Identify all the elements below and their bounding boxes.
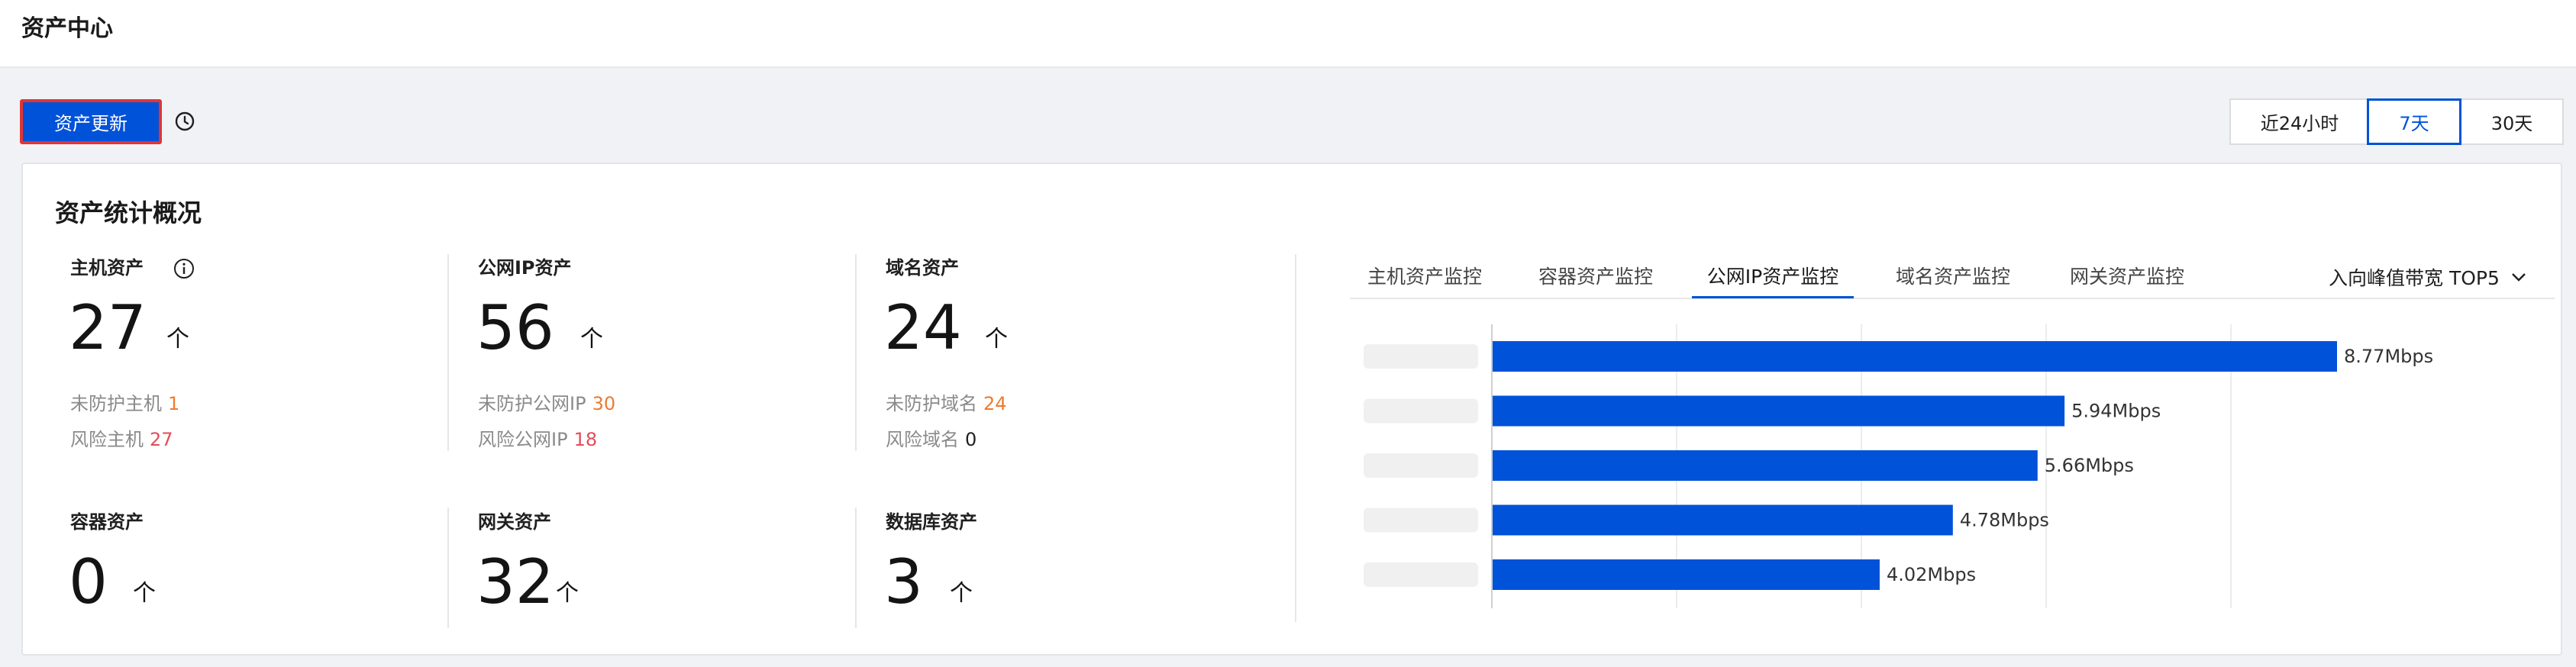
asset-update-button[interactable]: 资产更新 xyxy=(20,99,162,144)
risk-ip-label: 风险公网IP xyxy=(478,429,568,450)
unprotected-ip-count[interactable]: 30 xyxy=(592,393,616,414)
chart-bar xyxy=(1493,559,1880,590)
chart-bar xyxy=(1493,341,2337,372)
info-icon[interactable] xyxy=(173,257,195,280)
unprotected-ip-row: 未防护公网IP 30 xyxy=(478,392,615,416)
risk-ip-count[interactable]: 18 xyxy=(574,429,598,450)
risk-domain-label: 风险域名 xyxy=(886,429,959,450)
section-divider xyxy=(1295,254,1296,622)
chart-data-label: 4.78Mbps xyxy=(1960,510,2049,531)
chart-data-label: 5.66Mbps xyxy=(2045,455,2134,476)
gateway-asset-label: 网关资产 xyxy=(478,511,551,533)
tab-domain-monitor[interactable]: 域名资产监控 xyxy=(1878,262,2028,308)
divider xyxy=(447,508,449,628)
unit-label: 个 xyxy=(580,326,603,353)
container-asset-stat: 容器资产 0 个 xyxy=(69,510,452,640)
unprotected-domain-row: 未防护域名 24 xyxy=(886,392,1007,416)
metric-select[interactable]: 入向峰值带宽 TOP5 xyxy=(2329,262,2527,292)
divider xyxy=(855,254,857,451)
gateway-asset-count: 32 xyxy=(476,546,554,617)
unprotected-host-label: 未防护主机 xyxy=(70,393,162,414)
redacted-category-label xyxy=(1364,398,1478,424)
tab-container-monitor[interactable]: 容器资产监控 xyxy=(1521,262,1671,308)
divider xyxy=(447,254,449,451)
range-7d-button[interactable]: 7天 xyxy=(2367,98,2461,145)
risk-domain-row: 风险域名 0 xyxy=(886,427,976,452)
unprotected-host-row: 未防护主机 1 xyxy=(70,392,179,416)
active-tab-indicator xyxy=(1692,296,1854,298)
bandwidth-bar-chart: 8.77Mbps 5.94Mbps 5.66Mbps 4.78Mbps 4.02Mbps xyxy=(1364,324,2433,608)
database-asset-stat: 数据库资产 3 个 xyxy=(884,510,1267,640)
tab-gateway-monitor[interactable]: 网关资产监控 xyxy=(2052,262,2202,308)
tab-public-ip-monitor[interactable]: 公网IP资产监控 xyxy=(1692,262,1854,308)
chart-bar xyxy=(1493,450,2038,481)
chart-bar xyxy=(1493,504,1953,536)
tab-host-monitor[interactable]: 主机资产监控 xyxy=(1350,262,1499,308)
redacted-category-label xyxy=(1364,344,1478,369)
database-asset-label: 数据库资产 xyxy=(886,511,977,533)
range-24h-button[interactable]: 近24小时 xyxy=(2229,98,2370,145)
clock-icon[interactable] xyxy=(173,110,196,133)
container-asset-label: 容器资产 xyxy=(70,511,144,533)
host-asset-count: 27 xyxy=(69,292,147,363)
chevron-down-icon xyxy=(2512,273,2526,282)
unit-label: 个 xyxy=(950,580,973,607)
unit-label: 个 xyxy=(556,580,579,607)
metric-select-label: 入向峰值带宽 TOP5 xyxy=(2329,267,2500,289)
public-ip-asset-count: 56 xyxy=(476,292,554,363)
risk-host-row: 风险主机 27 xyxy=(70,427,173,452)
unprotected-domain-count[interactable]: 24 xyxy=(983,393,1007,414)
public-ip-asset-label: 公网IP资产 xyxy=(478,257,572,279)
domain-asset-count: 24 xyxy=(884,292,962,363)
chart-data-label: 8.77Mbps xyxy=(2344,346,2433,367)
page-header: 资产中心 xyxy=(0,0,2576,68)
unit-label: 个 xyxy=(985,326,1008,353)
domain-asset-stat: 域名资产 24 个 未防护域名 24 风险域名 0 xyxy=(884,256,1267,450)
chart-data-label: 5.94Mbps xyxy=(2071,401,2161,422)
unprotected-domain-label: 未防护域名 xyxy=(886,393,977,414)
unprotected-host-count[interactable]: 1 xyxy=(168,393,179,414)
range-30d-button[interactable]: 30天 xyxy=(2460,98,2564,145)
host-asset-stat: 主机资产 27 个 未防护主机 1 风险主机 27 xyxy=(69,256,452,450)
chart-data-label: 4.02Mbps xyxy=(1887,564,1976,585)
divider xyxy=(855,508,857,628)
risk-host-label: 风险主机 xyxy=(70,429,144,450)
chart-bar xyxy=(1493,395,2065,427)
asset-overview-card: 资产统计概况 主机资产 27 个 未防护主机 1 风险主机 27 公网IP资产 56… xyxy=(21,163,2562,656)
unit-label: 个 xyxy=(166,326,189,353)
unprotected-ip-label: 未防护公网IP xyxy=(478,393,586,414)
domain-asset-label: 域名资产 xyxy=(886,257,959,279)
risk-host-count[interactable]: 27 xyxy=(150,429,173,450)
redacted-category-label xyxy=(1364,508,1478,533)
page-title: 资产中心 xyxy=(21,15,113,42)
overview-title: 资产统计概况 xyxy=(55,198,202,227)
risk-domain-count[interactable]: 0 xyxy=(965,429,976,450)
gateway-asset-stat: 网关资产 32 个 xyxy=(476,510,860,640)
risk-ip-row: 风险公网IP 18 xyxy=(478,427,597,452)
database-asset-count: 3 xyxy=(884,546,923,617)
tabs-baseline xyxy=(1350,298,2555,299)
container-asset-count: 0 xyxy=(69,546,108,617)
public-ip-asset-stat: 公网IP资产 56 个 未防护公网IP 30 风险公网IP 18 xyxy=(476,256,860,450)
unit-label: 个 xyxy=(133,580,156,607)
redacted-category-label xyxy=(1364,453,1478,478)
host-asset-label: 主机资产 xyxy=(70,257,144,279)
redacted-category-label xyxy=(1364,562,1478,587)
